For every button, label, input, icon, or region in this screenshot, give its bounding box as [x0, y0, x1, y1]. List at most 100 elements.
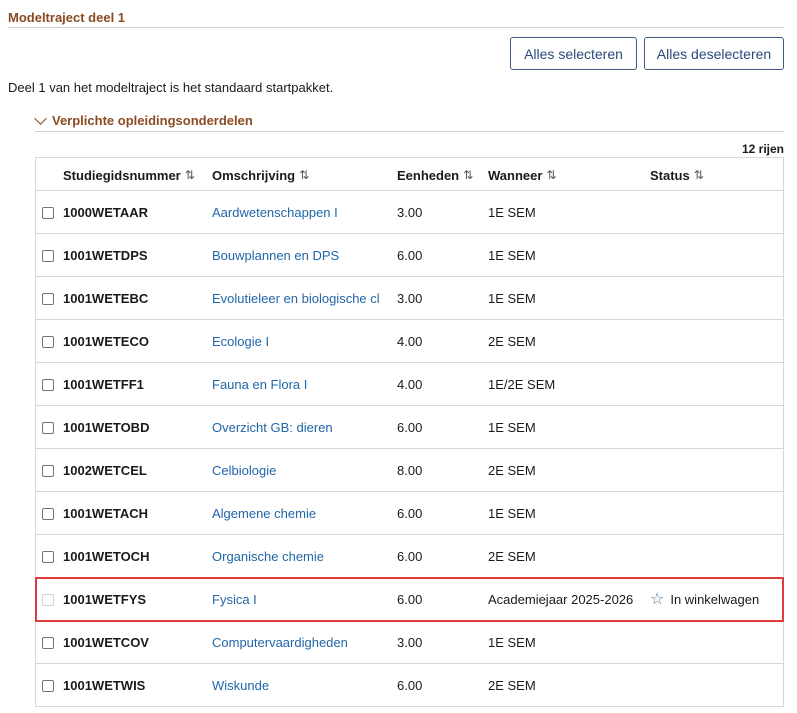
row-select-cell	[40, 492, 56, 535]
course-code: 1001WETDPS	[63, 248, 148, 263]
select-all-button[interactable]: Alles selecteren	[510, 37, 637, 70]
sort-icon: ⇅	[184, 168, 195, 182]
table-row: 1001WETOBD Overzicht GB: dieren 6.00 1E SEM	[36, 406, 783, 449]
course-units: 3.00	[397, 291, 423, 306]
course-code: 1001WETEBC	[63, 291, 149, 306]
course-when: 2E SEM	[488, 334, 536, 349]
course-units: 6.00	[397, 506, 423, 521]
header-description-label: Omschrijving	[212, 167, 296, 183]
course-when: 1E SEM	[488, 205, 536, 220]
header-description[interactable]: Omschrijving ⇅	[212, 158, 309, 192]
table-row: 1001WETECO Ecologie I 4.00 2E SEM	[36, 320, 783, 363]
course-units: 4.00	[397, 334, 423, 349]
deselect-all-button[interactable]: Alles deselecteren	[644, 37, 784, 70]
table-row: 1001WETOCH Organische chemie 6.00 2E SEM	[36, 535, 783, 578]
course-units: 6.00	[397, 420, 423, 435]
course-when: 1E SEM	[488, 635, 536, 650]
row-checkbox[interactable]	[42, 550, 54, 563]
course-code: 1001WETCOV	[63, 635, 149, 650]
course-description-link[interactable]: Ecologie I	[212, 320, 384, 363]
row-select-cell	[40, 320, 56, 363]
row-select-cell	[40, 449, 56, 492]
header-status-label: Status	[650, 167, 690, 183]
course-when: Academiejaar 2025-2026	[488, 592, 634, 607]
course-when: 1E/2E SEM	[488, 377, 556, 392]
course-description-link[interactable]: Evolutieleer en biologische cl	[212, 277, 384, 320]
course-units: 3.00	[397, 205, 423, 220]
course-when: 1E SEM	[488, 506, 536, 521]
table-row: 1001WETFF1 Fauna en Flora I 4.00 1E/2E SEM	[36, 363, 783, 406]
sort-icon: ⇅	[299, 168, 309, 182]
row-checkbox[interactable]	[42, 378, 54, 391]
row-select-cell	[40, 621, 56, 664]
star-icon: ☆	[650, 590, 665, 608]
header-units-label: Eenheden	[397, 167, 460, 183]
course-when: 1E SEM	[488, 248, 536, 263]
course-description-link[interactable]: Organische chemie	[212, 535, 384, 578]
table-row: 1001WETCOV Computervaardigheden 3.00 1E SEM	[36, 621, 783, 664]
course-code: 1001WETACH	[63, 506, 149, 521]
course-units: 3.00	[397, 635, 423, 650]
chevron-down-icon	[34, 112, 47, 125]
header-code[interactable]: Studiegidsnummer ⇅	[63, 158, 195, 192]
course-description-link[interactable]: Bouwplannen en DPS	[212, 234, 384, 277]
row-select-cell	[40, 535, 56, 578]
course-description-link[interactable]: Aardwetenschappen I	[212, 191, 384, 234]
table-row: 1002WETCEL Celbiologie 8.00 2E SEM	[36, 449, 783, 492]
header-code-label: Studiegidsnummer	[63, 167, 181, 183]
course-code: 1001WETOCH	[63, 549, 150, 564]
row-select-cell	[40, 277, 56, 320]
course-description-link[interactable]: Algemene chemie	[212, 492, 384, 535]
course-description-link[interactable]: Computervaardigheden	[212, 621, 384, 664]
course-when: 2E SEM	[488, 463, 536, 478]
row-checkbox[interactable]	[42, 335, 54, 348]
table-row: 1001WETEBC Evolutieleer en biologische cl…	[36, 277, 783, 320]
row-checkbox[interactable]	[42, 292, 54, 305]
status-label: In winkelwagen	[670, 592, 760, 607]
course-description-link[interactable]: Wiskunde	[212, 664, 384, 707]
course-units: 8.00	[397, 463, 423, 478]
row-checkbox[interactable]	[42, 636, 54, 649]
header-status[interactable]: Status ⇅	[650, 158, 704, 192]
row-checkbox	[42, 593, 54, 606]
subsection-toggle[interactable]: Verplichte opleidingsonderdelen	[34, 112, 253, 128]
row-select-cell	[40, 234, 56, 277]
row-checkbox[interactable]	[42, 421, 54, 434]
table-row: 1001WETACH Algemene chemie 6.00 1E SEM	[36, 492, 783, 535]
header-when[interactable]: Wanneer ⇅	[488, 158, 556, 192]
status-badge: ☆ In winkelwagen	[650, 578, 759, 621]
course-when: 2E SEM	[488, 678, 536, 693]
header-units[interactable]: Eenheden ⇅	[397, 158, 473, 192]
table-body: 1000WETAAR Aardwetenschappen I 3.00 1E SEM 1…	[35, 191, 784, 707]
section-divider	[8, 27, 784, 28]
course-description-link[interactable]: Overzicht GB: dieren	[212, 406, 384, 449]
course-units: 6.00	[397, 592, 423, 607]
row-select-cell	[40, 191, 56, 234]
row-select-cell	[40, 664, 56, 707]
course-description-link[interactable]: Fysica I	[212, 578, 384, 621]
row-checkbox[interactable]	[42, 507, 54, 520]
course-units: 6.00	[397, 678, 423, 693]
table-row: 1001WETDPS Bouwplannen en DPS 6.00 1E SEM	[36, 234, 783, 277]
sort-icon: ⇅	[693, 168, 704, 182]
course-when: 1E SEM	[488, 291, 536, 306]
header-when-label: Wanneer	[488, 167, 543, 183]
row-select-cell	[40, 578, 56, 621]
row-checkbox[interactable]	[42, 206, 54, 219]
row-checkbox[interactable]	[42, 464, 54, 477]
sort-icon: ⇅	[546, 168, 556, 182]
table-row: 1001WETWIS Wiskunde 6.00 2E SEM	[36, 664, 783, 707]
table-header: Studiegidsnummer ⇅ Omschrijving ⇅ Eenhed…	[36, 157, 783, 191]
course-when: 2E SEM	[488, 549, 536, 564]
table-row: 1000WETAAR Aardwetenschappen I 3.00 1E SEM	[36, 191, 783, 234]
course-units: 4.00	[397, 377, 423, 392]
row-checkbox[interactable]	[42, 249, 54, 262]
course-code: 1001WETOBD	[63, 420, 150, 435]
subsection-divider	[35, 131, 784, 132]
course-description-link[interactable]: Fauna en Flora I	[212, 363, 384, 406]
course-code: 1001WETFF1	[63, 377, 144, 392]
row-count: 12 rijen	[741, 142, 784, 156]
row-checkbox[interactable]	[42, 679, 54, 692]
course-description-link[interactable]: Celbiologie	[212, 449, 384, 492]
subsection-title: Verplichte opleidingsonderdelen	[52, 113, 253, 128]
